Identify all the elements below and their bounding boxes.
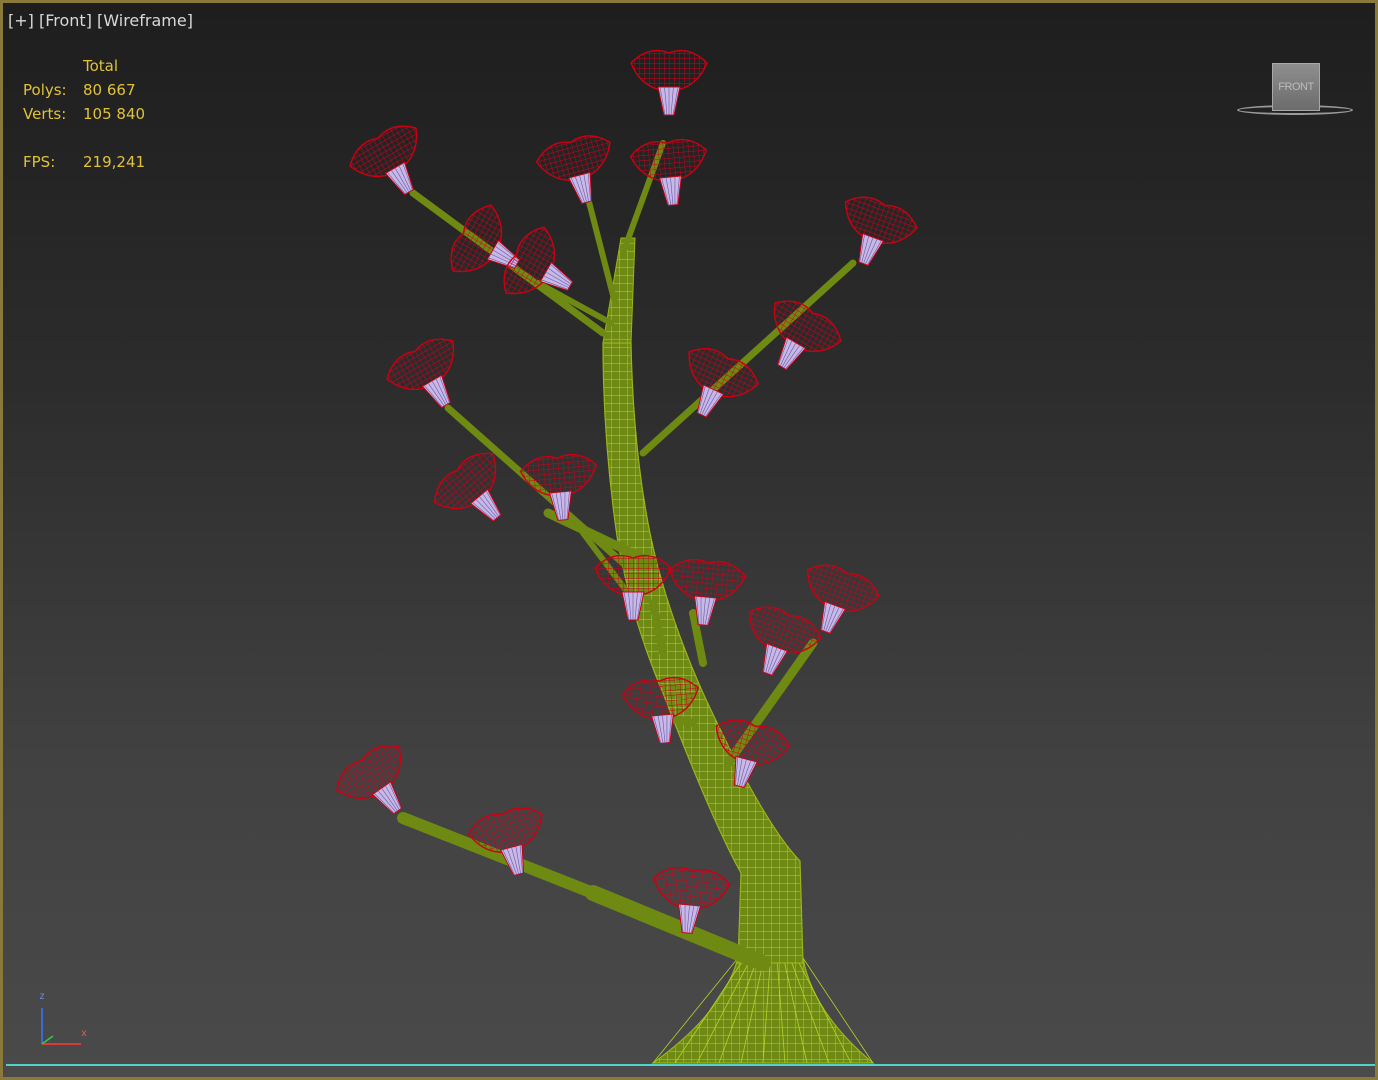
flower-petals: [668, 558, 747, 601]
flower: [349, 125, 418, 196]
flower: [668, 558, 747, 626]
axis-x-label: x: [81, 1028, 88, 1039]
trunk-base: [651, 957, 875, 1064]
flower: [386, 338, 455, 409]
viewcube-front-face[interactable]: FRONT: [1272, 63, 1320, 111]
flower: [519, 453, 598, 521]
ground-grid-line: [6, 1064, 1375, 1066]
flower-petals: [629, 138, 708, 181]
axis-gizmo-icon: z x: [33, 988, 103, 1053]
branch-stem: [585, 195, 618, 306]
flower-petals: [386, 338, 455, 391]
flower-petals: [450, 204, 503, 273]
trunk-top: [602, 237, 636, 344]
front-viewport[interactable]: [+] [Front] [Wireframe] Total Polys: 80 …: [0, 0, 1378, 1080]
flower-petals: [630, 49, 708, 90]
flower: [433, 452, 502, 522]
flower-petals: [519, 453, 598, 496]
branch-stem: [639, 259, 857, 457]
flower-petals: [335, 745, 402, 799]
tree-wireframe-model[interactable]: [3, 3, 1375, 1077]
flower: [844, 196, 918, 266]
branch-stem: [535, 280, 614, 326]
flower-petals: [349, 125, 418, 178]
axis-z-label: z: [39, 991, 46, 1002]
viewcube-icon[interactable]: FRONT: [1235, 61, 1355, 123]
flower-petals: [652, 866, 731, 909]
flower: [748, 606, 822, 676]
flower: [630, 49, 708, 116]
flower: [535, 135, 611, 205]
